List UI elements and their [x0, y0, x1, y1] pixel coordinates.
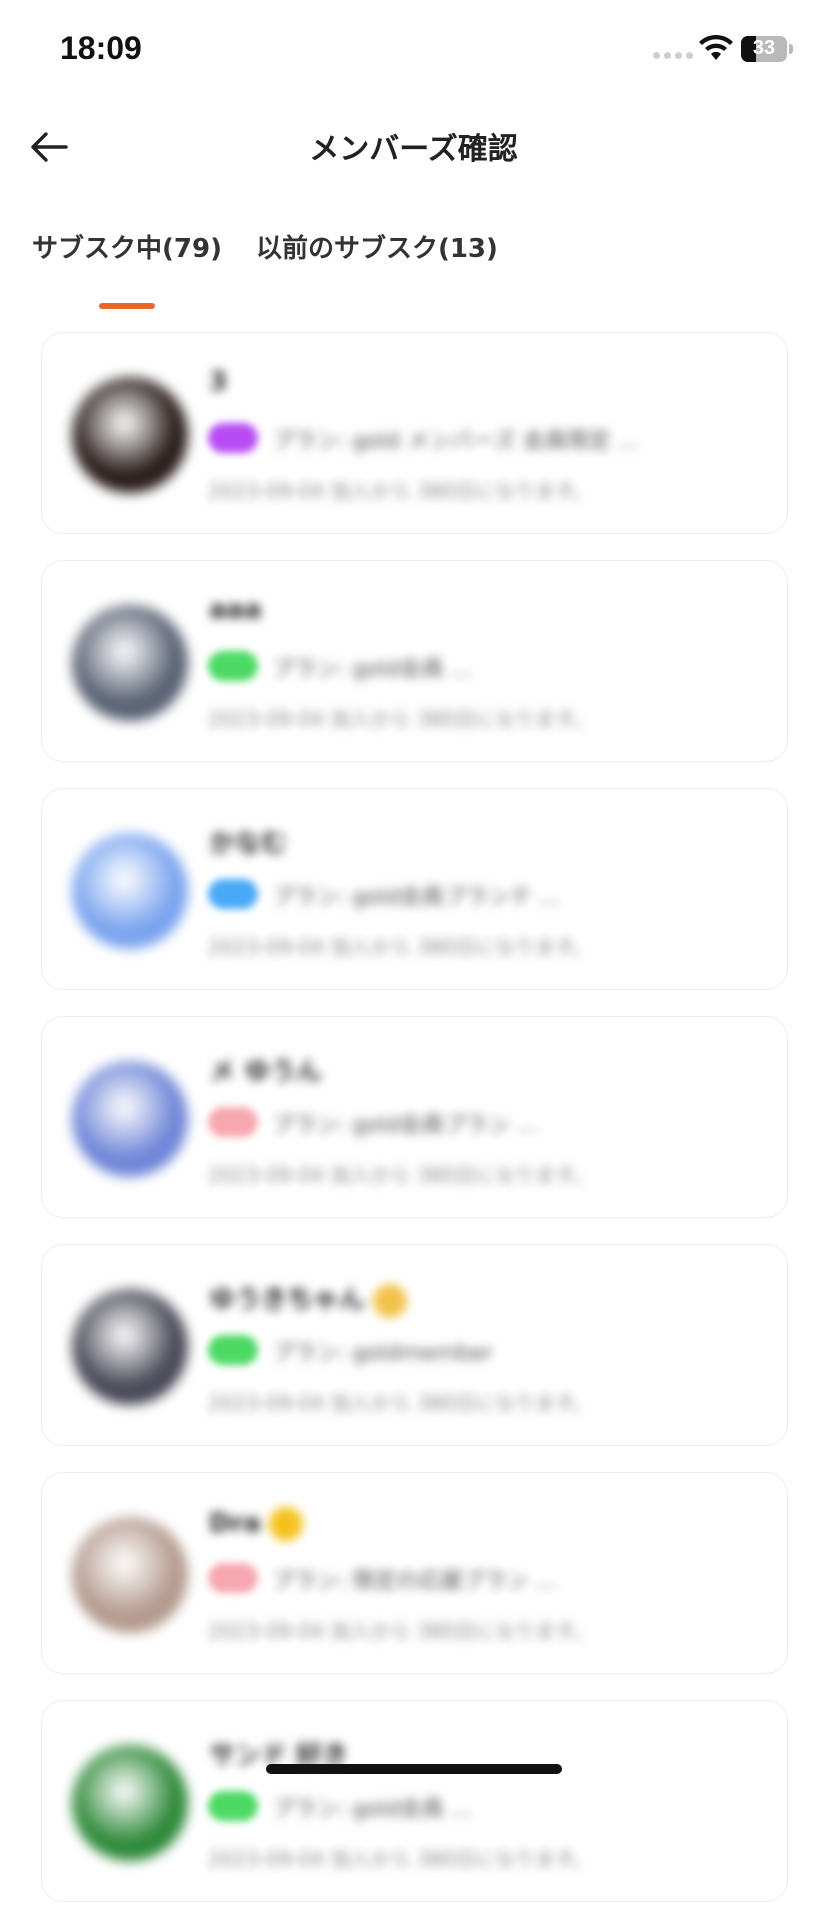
- avatar[interactable]: [72, 1517, 188, 1633]
- tab-active-subscriptions[interactable]: サブスク中(79): [32, 228, 222, 275]
- wifi-icon: [699, 34, 733, 60]
- member-card[interactable]: aaa プラン: gold会員 ... 2023-09-04 加入から 380日…: [41, 560, 788, 762]
- plan-text: プラン: gold メンバーズ 会員限定 ...: [272, 429, 639, 454]
- plan-badge: [208, 651, 258, 681]
- tab-bar: サブスク中(79) 以前のサブスク(13): [32, 228, 498, 275]
- battery-level: 33: [752, 37, 776, 59]
- plan-text: プラン: gold会員 ...: [272, 1797, 472, 1822]
- member-card[interactable]: メ ゆうん プラン: gold会員プラン ... 2023-09-04 加入から…: [41, 1016, 788, 1218]
- member-card[interactable]: 3 プラン: gold メンバーズ 会員限定 ... 2023-09-04 加入…: [41, 332, 788, 534]
- home-indicator: [266, 1764, 562, 1774]
- avatar[interactable]: [72, 1289, 188, 1405]
- plan-badge: [208, 1107, 258, 1137]
- member-card[interactable]: ゆうきちゃん プラン: goldmember 2023-09-04 加入から 3…: [41, 1244, 788, 1446]
- member-name: Dra: [209, 1507, 303, 1541]
- member-card[interactable]: かなむ プラン: gold会員プランテ ... 2023-09-04 加入から …: [41, 788, 788, 990]
- tab-past-subscriptions[interactable]: 以前のサブスク(13): [256, 228, 498, 275]
- emoji-icon: [268, 1507, 303, 1541]
- member-name: メ ゆうん: [209, 1057, 323, 1087]
- plan-badge: [208, 423, 258, 453]
- avatar[interactable]: [72, 1061, 188, 1177]
- member-list: 3 プラン: gold メンバーズ 会員限定 ... 2023-09-04 加入…: [41, 332, 788, 1928]
- plan-badge: [208, 1791, 258, 1821]
- subscription-meta: 2023-09-04 加入から 380日になります。: [208, 1847, 594, 1871]
- avatar[interactable]: [72, 605, 188, 721]
- member-name: ゆうきちゃん: [209, 1279, 408, 1318]
- member-card[interactable]: Dra プラン: 限定の応援プラン ... 2023-09-04 加入から 38…: [41, 1472, 788, 1674]
- member-name: 3: [209, 367, 228, 397]
- plan-text: プラン: gold会員プラン ...: [272, 1113, 538, 1138]
- plan-text: プラン: gold会員 ...: [272, 657, 472, 682]
- subscription-meta: 2023-09-04 加入から 380日になります。: [208, 935, 594, 959]
- plan-text: プラン: 限定の応援プラン ...: [272, 1569, 557, 1594]
- battery-icon: 33: [741, 36, 787, 62]
- plan-badge: [208, 1563, 258, 1593]
- member-name: aaa: [209, 595, 262, 625]
- subscription-meta: 2023-09-04 加入から 380日になります。: [208, 707, 594, 731]
- subscription-meta: 2023-09-04 加入から 380日になります。: [208, 1391, 594, 1415]
- page-title: メンバーズ確認: [309, 132, 518, 167]
- avatar[interactable]: [72, 833, 188, 949]
- subscription-meta: 2023-09-04 加入から 380日になります。: [208, 1619, 594, 1643]
- subscription-meta: 2023-09-04 加入から 380日になります。: [208, 479, 594, 503]
- member-name: かなむ: [209, 829, 288, 859]
- avatar[interactable]: [72, 377, 188, 493]
- cellular-signal-icon: [653, 52, 693, 59]
- avatar[interactable]: [72, 1745, 188, 1861]
- plan-text: プラン: gold会員プランテ ...: [272, 885, 560, 910]
- battery-cap: [789, 44, 793, 54]
- status-bar: 18:09 33: [0, 0, 827, 100]
- member-card[interactable]: サンド 好き プラン: gold会員 ... 2023-09-04 加入から 3…: [41, 1700, 788, 1902]
- emoji-icon: [373, 1283, 408, 1318]
- subscription-meta: 2023-09-04 加入から 380日になります。: [208, 1163, 594, 1187]
- status-time: 18:09: [60, 30, 142, 66]
- plan-badge: [208, 1335, 258, 1365]
- plan-text: プラン: goldmember: [272, 1341, 493, 1366]
- plan-badge: [208, 879, 258, 909]
